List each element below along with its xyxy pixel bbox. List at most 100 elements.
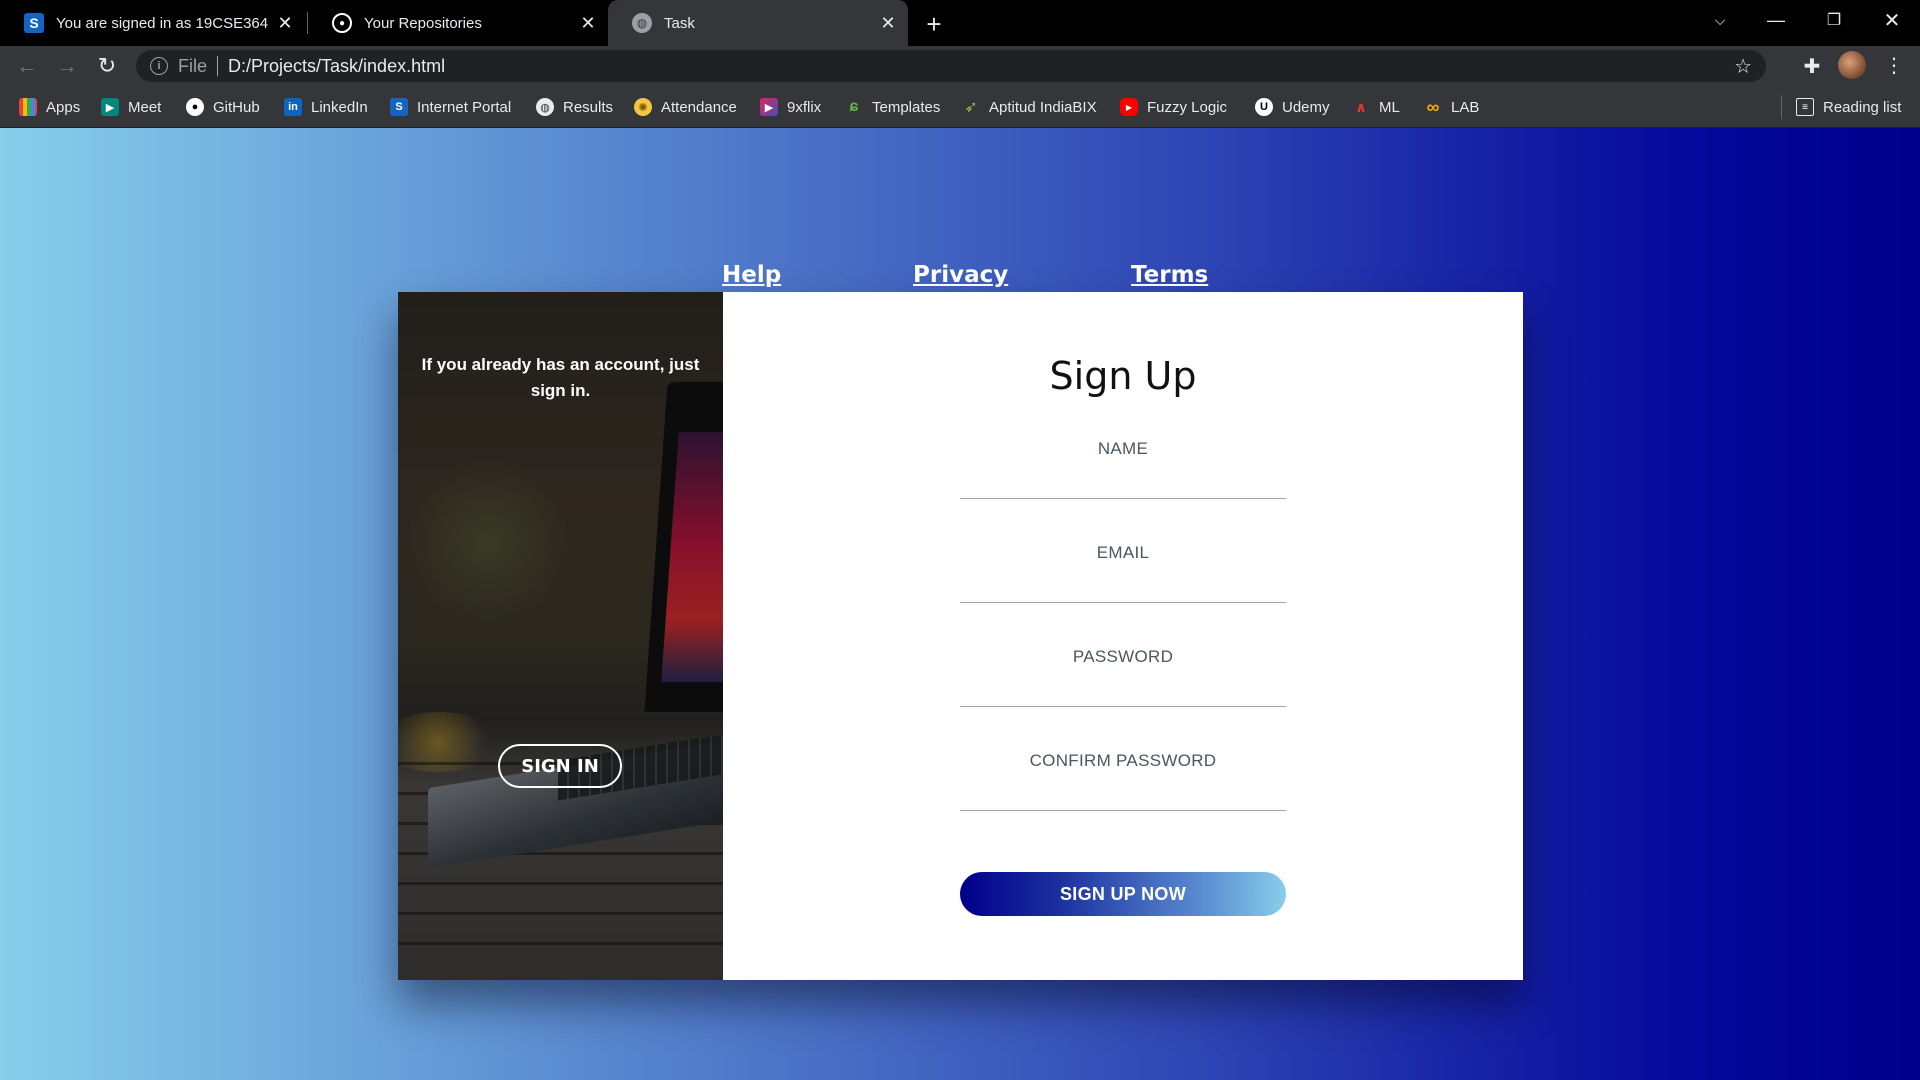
udemy-icon: U xyxy=(1255,98,1273,116)
attendance-icon: ✺ xyxy=(634,98,652,116)
bookmark-label: LAB xyxy=(1451,98,1480,116)
github-icon: ● xyxy=(332,13,352,33)
leaf-icon: ɕ xyxy=(849,98,859,115)
bookmark-label: Apps xyxy=(46,98,81,116)
infinity-icon: ∞ xyxy=(1426,96,1440,117)
bookmark-linkedin[interactable]: in LinkedIn xyxy=(284,96,368,118)
new-tab-button[interactable]: + xyxy=(918,8,950,40)
profile-avatar[interactable] xyxy=(1838,51,1866,79)
bookmark-label: 9xflix xyxy=(787,98,822,116)
tab-title: You are signed in as 19CSE364 xyxy=(56,14,269,32)
meet-icon: ▶ xyxy=(101,98,119,116)
tab-signed-in[interactable]: S You are signed in as 19CSE364 ✕ xyxy=(0,0,305,46)
feather-icon: ➶ xyxy=(964,99,978,116)
bookmark-label: LinkedIn xyxy=(311,98,368,116)
bookmark-star-icon[interactable]: ☆ xyxy=(1734,54,1752,79)
confirm-password-field[interactable]: CONFIRM PASSWORD xyxy=(960,751,1286,811)
bookmark-github[interactable]: ● GitHub xyxy=(186,96,260,118)
close-icon[interactable]: ✕ xyxy=(578,13,598,33)
minimize-button[interactable]: — xyxy=(1748,0,1804,40)
bookmark-internet-portal[interactable]: S Internet Portal xyxy=(390,96,511,118)
signin-message: If you already has an account, just sign… xyxy=(421,355,700,400)
bookmark-9xflix[interactable]: ▶ 9xflix xyxy=(760,96,821,118)
bookmark-apps[interactable]: Apps xyxy=(19,96,80,118)
bookmark-fuzzy-logic[interactable]: ▶ Fuzzy Logic xyxy=(1120,96,1227,118)
close-icon[interactable]: ✕ xyxy=(275,13,295,33)
linkedin-icon: in xyxy=(284,98,302,116)
email-label: EMAIL xyxy=(1096,543,1150,562)
browser-toolbar: ← → ↻ i File D:/Projects/Task/index.html… xyxy=(0,46,1920,86)
tab-title: Task xyxy=(664,14,695,32)
window-close-button[interactable]: ✕ xyxy=(1864,0,1920,40)
signup-card: If you already has an account, just sign… xyxy=(398,292,1523,980)
reload-button[interactable]: ↻ xyxy=(91,50,123,82)
tab-task[interactable]: ◍ Task ✕ xyxy=(608,0,908,46)
address-divider xyxy=(217,56,219,76)
sign-in-button[interactable]: SIGN IN xyxy=(498,744,622,788)
address-bar[interactable]: i File D:/Projects/Task/index.html ☆ xyxy=(136,50,1766,82)
bookmark-label: Internet Portal xyxy=(417,98,512,116)
address-scheme: File xyxy=(178,55,208,76)
reading-list-label: Reading list xyxy=(1823,98,1902,116)
tab-title: Your Repositories xyxy=(364,14,482,32)
name-label: NAME xyxy=(1097,439,1149,458)
close-icon[interactable]: ✕ xyxy=(878,13,898,33)
tab-repositories[interactable]: ● Your Repositories ✕ xyxy=(308,0,608,46)
bookmark-udemy[interactable]: U Udemy xyxy=(1255,96,1330,118)
sign-up-button[interactable]: SIGN UP NOW xyxy=(960,872,1286,916)
play-icon: ▶ xyxy=(760,98,778,116)
email-field[interactable]: EMAIL xyxy=(960,543,1286,603)
bookmark-label: Udemy xyxy=(1282,98,1330,116)
bookmark-label: Attendance xyxy=(661,98,737,116)
bookmark-indiabix[interactable]: ➶ Aptitud IndiaBIX xyxy=(962,96,1097,118)
email-input[interactable] xyxy=(960,574,1286,600)
github-icon: ● xyxy=(186,98,204,116)
password-field[interactable]: PASSWORD xyxy=(960,647,1286,707)
bookmark-label: Fuzzy Logic xyxy=(1147,98,1228,116)
menu-icon[interactable]: ⋮ xyxy=(1880,50,1908,80)
bookmark-label: ML xyxy=(1379,98,1400,116)
bookmark-results[interactable]: ◍ Results xyxy=(536,96,613,118)
restore-button[interactable]: ❐ xyxy=(1806,0,1862,40)
address-url: D:/Projects/Task/index.html xyxy=(228,55,446,76)
bookmark-label: Results xyxy=(563,98,614,116)
bookmark-meet[interactable]: ▶ Meet xyxy=(101,96,161,118)
apps-grid-icon xyxy=(19,98,37,116)
bookmark-ml[interactable]: ∧ ML xyxy=(1352,96,1400,118)
bookmark-attendance[interactable]: ✺ Attendance xyxy=(634,96,737,118)
confirm-password-input[interactable] xyxy=(960,782,1286,808)
help-link[interactable]: Help xyxy=(722,262,781,288)
forward-button[interactable]: → xyxy=(51,50,83,82)
bookmark-label: GitHub xyxy=(213,98,260,116)
name-field[interactable]: NAME xyxy=(960,439,1286,499)
name-input[interactable] xyxy=(960,470,1286,496)
tab-search-icon[interactable]: ⌵ xyxy=(1692,0,1748,40)
s-brand-icon: S xyxy=(390,98,408,116)
form-title: Sign Up xyxy=(1049,354,1197,398)
bookmark-label: Templates xyxy=(872,98,941,116)
bookmarks-bar: Apps ▶ Meet ● GitHub in LinkedIn S Inter… xyxy=(0,86,1920,128)
terms-link[interactable]: Terms xyxy=(1131,262,1208,288)
bookmark-lab[interactable]: ∞ LAB xyxy=(1424,96,1480,118)
globe-icon: ◍ xyxy=(536,98,554,116)
page-viewport: Help Privacy Terms If you already has an… xyxy=(0,128,1920,1080)
bookmark-divider xyxy=(1781,95,1782,119)
reading-list-icon: ≡ xyxy=(1796,98,1814,116)
privacy-link[interactable]: Privacy xyxy=(913,262,1008,288)
signup-form: Sign Up NAME EMAIL PASSWORD CONFIRM PASS… xyxy=(723,292,1523,980)
signin-panel: If you already has an account, just sign… xyxy=(398,292,723,980)
bookmark-label: Aptitud IndiaBIX xyxy=(989,98,1097,116)
reading-list-button[interactable]: ≡ Reading list xyxy=(1796,96,1901,118)
back-button[interactable]: ← xyxy=(11,50,43,82)
globe-icon: ◍ xyxy=(632,13,652,33)
extensions-icon[interactable]: ✚ xyxy=(1798,52,1826,80)
confirm-password-label: CONFIRM PASSWORD xyxy=(1029,751,1217,770)
tab-strip: S You are signed in as 19CSE364 ✕ ● Your… xyxy=(0,0,1920,46)
info-icon[interactable]: i xyxy=(150,57,168,75)
password-input[interactable] xyxy=(960,678,1286,704)
password-label: PASSWORD xyxy=(1072,647,1174,666)
youtube-icon: ▶ xyxy=(1120,98,1138,116)
bookmark-label: Meet xyxy=(128,98,162,116)
ml-icon: ∧ xyxy=(1355,98,1367,115)
bookmark-templates[interactable]: ɕ Templates xyxy=(845,96,941,118)
